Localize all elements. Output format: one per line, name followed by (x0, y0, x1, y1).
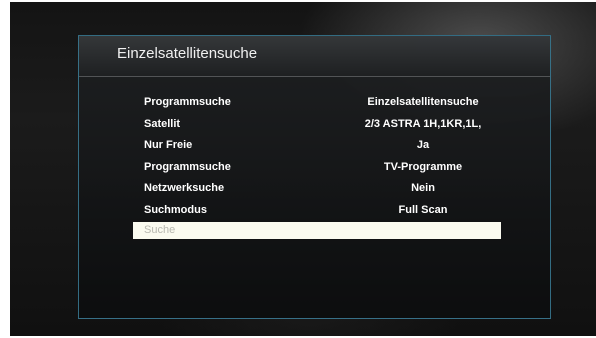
photo-background: Einzelsatellitensuche Programmsuche Einz… (0, 0, 596, 338)
menu-row-label: Netzwerksuche (144, 182, 225, 194)
menu-row-value: Ja (416, 139, 430, 151)
settings-list: Programmsuche Einzelsatellitensuche Sate… (133, 92, 501, 239)
menu-row-value: Nein (411, 182, 435, 194)
menu-row-label: Satellit (144, 117, 181, 130)
menu-row-label: Programmsuche (144, 96, 231, 108)
menu-row-satellit[interactable]: Satellit 2/3 ASTRA 1H,1KR,1L, (133, 114, 501, 136)
menu-row-nur-freie[interactable]: Nur Freie Ja (133, 135, 501, 157)
page-title: Einzelsatellitensuche (117, 45, 258, 62)
menu-row-label: Nur Freie (144, 139, 193, 151)
osd-menu-panel: Einzelsatellitensuche Programmsuche Einz… (78, 35, 551, 319)
search-button[interactable]: Suche (133, 222, 501, 239)
search-button-label: Suche (144, 224, 176, 236)
menu-row-programmsuche[interactable]: Programmsuche Einzelsatellitensuche (133, 92, 501, 114)
menu-row-value: Full Scan (398, 203, 448, 216)
tv-screen: Einzelsatellitensuche Programmsuche Einz… (10, 2, 596, 336)
menu-row-label: Programmsuche (144, 160, 231, 173)
menu-row-value: 2/3 ASTRA 1H,1KR,1L, (364, 117, 482, 130)
menu-row-value: Einzelsatellitensuche (367, 96, 479, 108)
menu-row-suchmodus[interactable]: Suchmodus Full Scan (133, 200, 501, 222)
menu-row-value: TV-Programme (383, 160, 463, 173)
menu-row-label: Suchmodus (144, 203, 207, 216)
osd-header: Einzelsatellitensuche (79, 36, 550, 77)
menu-row-netzwerksuche[interactable]: Netzwerksuche Nein (133, 178, 501, 200)
menu-row-programmsuche-type[interactable]: Programmsuche TV-Programme (133, 157, 501, 179)
